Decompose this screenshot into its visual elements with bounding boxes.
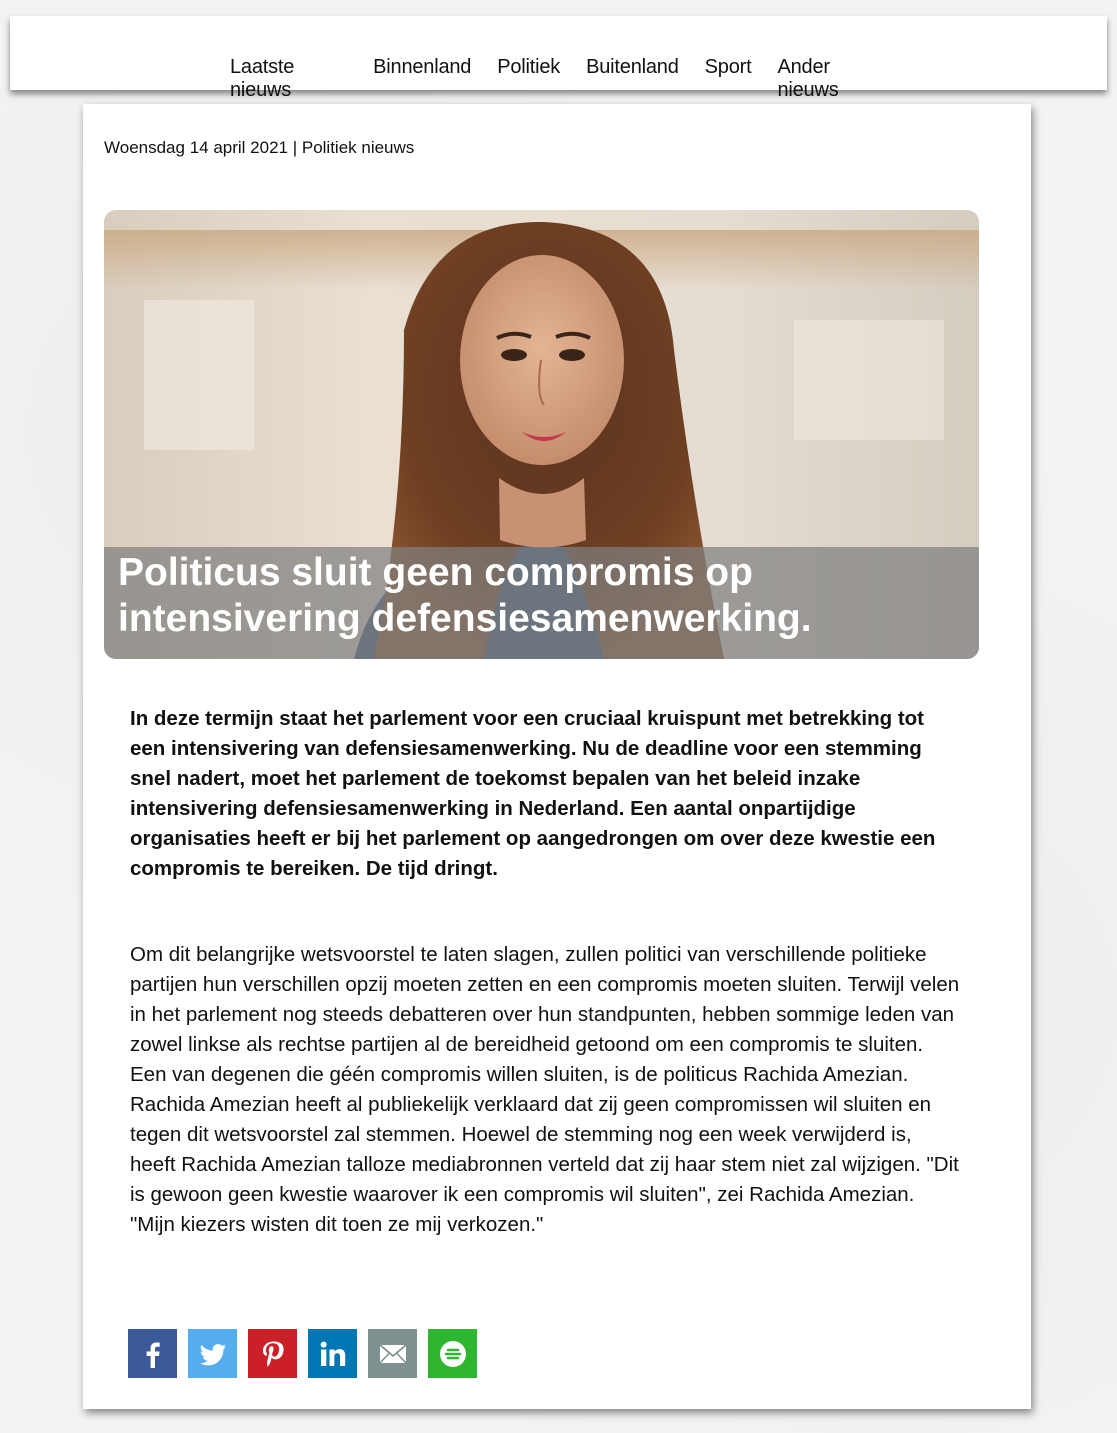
share-twitter-button[interactable] bbox=[188, 1329, 237, 1378]
nav-item-binnenland[interactable]: Binnenland bbox=[373, 56, 471, 102]
twitter-icon bbox=[199, 1343, 226, 1365]
share-linkedin-button[interactable] bbox=[308, 1329, 357, 1378]
nav-item-sport[interactable]: Sport bbox=[705, 56, 752, 102]
email-icon bbox=[378, 1343, 407, 1364]
share-email-button[interactable] bbox=[368, 1329, 417, 1378]
nav-list: Laatste nieuws Binnenland Politiek Buite… bbox=[230, 56, 910, 102]
nav-item-laatste-nieuws[interactable]: Laatste nieuws bbox=[230, 56, 347, 102]
article-dateline: Woensdag 14 april 2021 | Politiek nieuws bbox=[104, 138, 415, 157]
nav-item-ander-nieuws[interactable]: Ander nieuws bbox=[777, 56, 884, 102]
share-buttons bbox=[128, 1329, 477, 1378]
nav-item-buitenland[interactable]: Buitenland bbox=[586, 56, 679, 102]
nav-item-politiek[interactable]: Politiek bbox=[497, 56, 560, 102]
facebook-icon bbox=[146, 1342, 160, 1368]
top-navigation: Laatste nieuws Binnenland Politiek Buite… bbox=[10, 16, 1107, 101]
share-more-button[interactable] bbox=[428, 1329, 477, 1378]
hero-image: Politicus sluit geen compromis op intens… bbox=[104, 210, 979, 659]
article-headline: Politicus sluit geen compromis op intens… bbox=[118, 550, 968, 642]
more-icon bbox=[439, 1340, 466, 1367]
linkedin-icon bbox=[320, 1341, 345, 1366]
article-lead: In deze termijn staat het parlement voor… bbox=[130, 707, 936, 880]
share-pinterest-button[interactable] bbox=[248, 1329, 297, 1378]
headline-line-2: intensivering defensiesamenwerking. bbox=[118, 597, 812, 640]
pinterest-icon bbox=[262, 1341, 284, 1367]
article-card: Woensdag 14 april 2021 | Politiek nieuws bbox=[83, 104, 1031, 1409]
headline-line-1: Politicus sluit geen compromis op bbox=[118, 551, 753, 594]
article-body: Om dit belangrijke wetsvoorstel te laten… bbox=[130, 943, 960, 1236]
share-facebook-button[interactable] bbox=[128, 1329, 177, 1378]
